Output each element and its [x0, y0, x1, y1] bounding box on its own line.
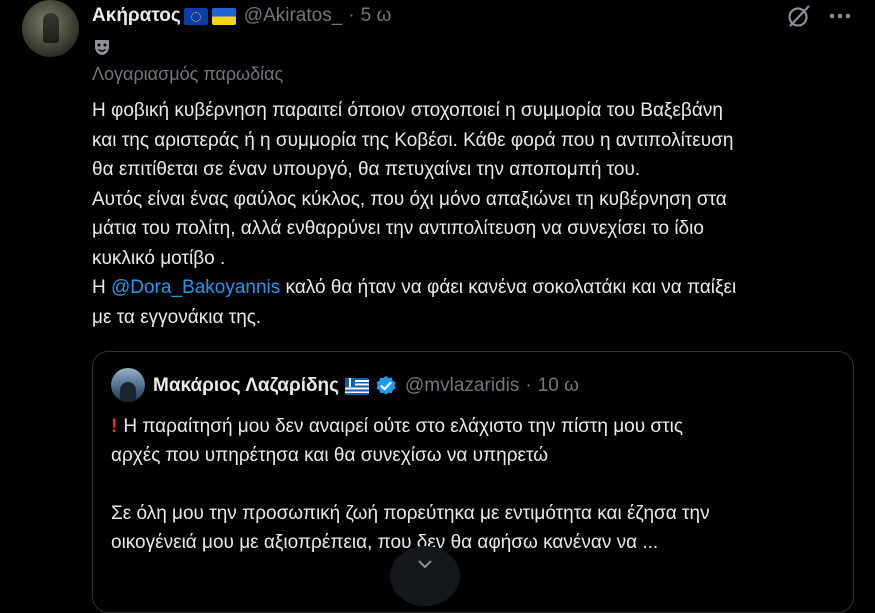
quote-line-1: Η παραίτησή μου δεν αναιρεί ούτε στο ελά…: [123, 416, 684, 437]
tweet-line: Η φοβική κυβέρνηση παραιτεί όποιον στοχο…: [92, 100, 723, 121]
timestamp[interactable]: 5 ω: [361, 5, 392, 27]
tweet-line-mention: Η @Dora_Bakoyannis καλό θα ήταν να φάει …: [92, 273, 852, 303]
quote-line-4: οικογένειά μου με αξιοπρέπεια, που δεν θ…: [111, 532, 659, 553]
tweet-line: με τα εγγονάκια της.: [92, 306, 262, 328]
quote-header: Μακάριος Λαζαρίδης @mvlazaridis · 10 ω: [153, 372, 579, 400]
quote-line-3: Σε όλη μου την προσωπική ζωή πορεύτηκα μ…: [111, 503, 710, 524]
quote-author-handle[interactable]: @mvlazaridis: [405, 375, 519, 397]
quote-timestamp[interactable]: 10 ω: [538, 375, 579, 397]
exclamation-icon: !: [111, 416, 118, 437]
theater-mask-icon: [95, 40, 109, 55]
tweet-line: κυκλικό μοτίβο .: [92, 247, 226, 269]
eu-flag-icon: [183, 7, 208, 25]
tweet-line: θα επιτίθεται σε έναν υπουργό, θα πετυχα…: [92, 159, 641, 180]
verified-icon: [376, 376, 396, 395]
grok-icon[interactable]: [784, 2, 814, 30]
mention-link[interactable]: @Dora_Bakoyannis: [111, 277, 280, 298]
more-icon[interactable]: [826, 2, 854, 30]
mention-suffix: καλό θα ήταν να φάει κανένα σοκολατάκι κ…: [280, 277, 737, 298]
quote-avatar[interactable]: [111, 368, 145, 402]
author-handle[interactable]: @Akiratos_: [244, 5, 343, 27]
parody-label: Λογαριασμός παρωδίας: [92, 64, 284, 84]
tweet-header: Ακήρατος @Akiratos_ · 5 ω: [92, 2, 391, 30]
mention-prefix: Η: [92, 277, 111, 298]
author-name[interactable]: Ακήρατος: [92, 5, 181, 27]
quote-line: ! Η παραίτησή μου δεν αναιρεί ούτε στο ελ…: [111, 412, 841, 441]
scroll-down-button[interactable]: [390, 546, 460, 606]
quote-line-2: αρχές που υπηρέτησα και θα συνεχίσω να υ…: [111, 445, 549, 466]
separator: ·: [348, 5, 355, 26]
ukraine-flag-icon: [211, 7, 236, 25]
greece-flag-icon: [345, 377, 370, 395]
tweet-line: μάτια του πολίτη, αλλά ενθαρρύνει την αν…: [92, 218, 704, 239]
quote-author-name[interactable]: Μακάριος Λαζαρίδης: [153, 375, 339, 397]
tweet-line: Αυτός είναι ένας φαύλος κύκλος, που όχι …: [92, 188, 727, 210]
tweet-line: και της αριστεράς ή η συμμορία της Κοβέσ…: [92, 129, 734, 151]
quote-tweet[interactable]: Μακάριος Λαζαρίδης @mvlazaridis · 10 ω !…: [92, 351, 854, 613]
avatar[interactable]: [22, 0, 79, 57]
quote-text: ! Η παραίτησή μου δεν αναιρεί ούτε στο ελ…: [111, 412, 841, 557]
tweet-text: Η φοβική κυβέρνηση παραιτεί όποιον στοχο…: [92, 96, 852, 332]
chevron-down-icon: [418, 560, 432, 569]
quote-separator: ·: [525, 375, 532, 396]
